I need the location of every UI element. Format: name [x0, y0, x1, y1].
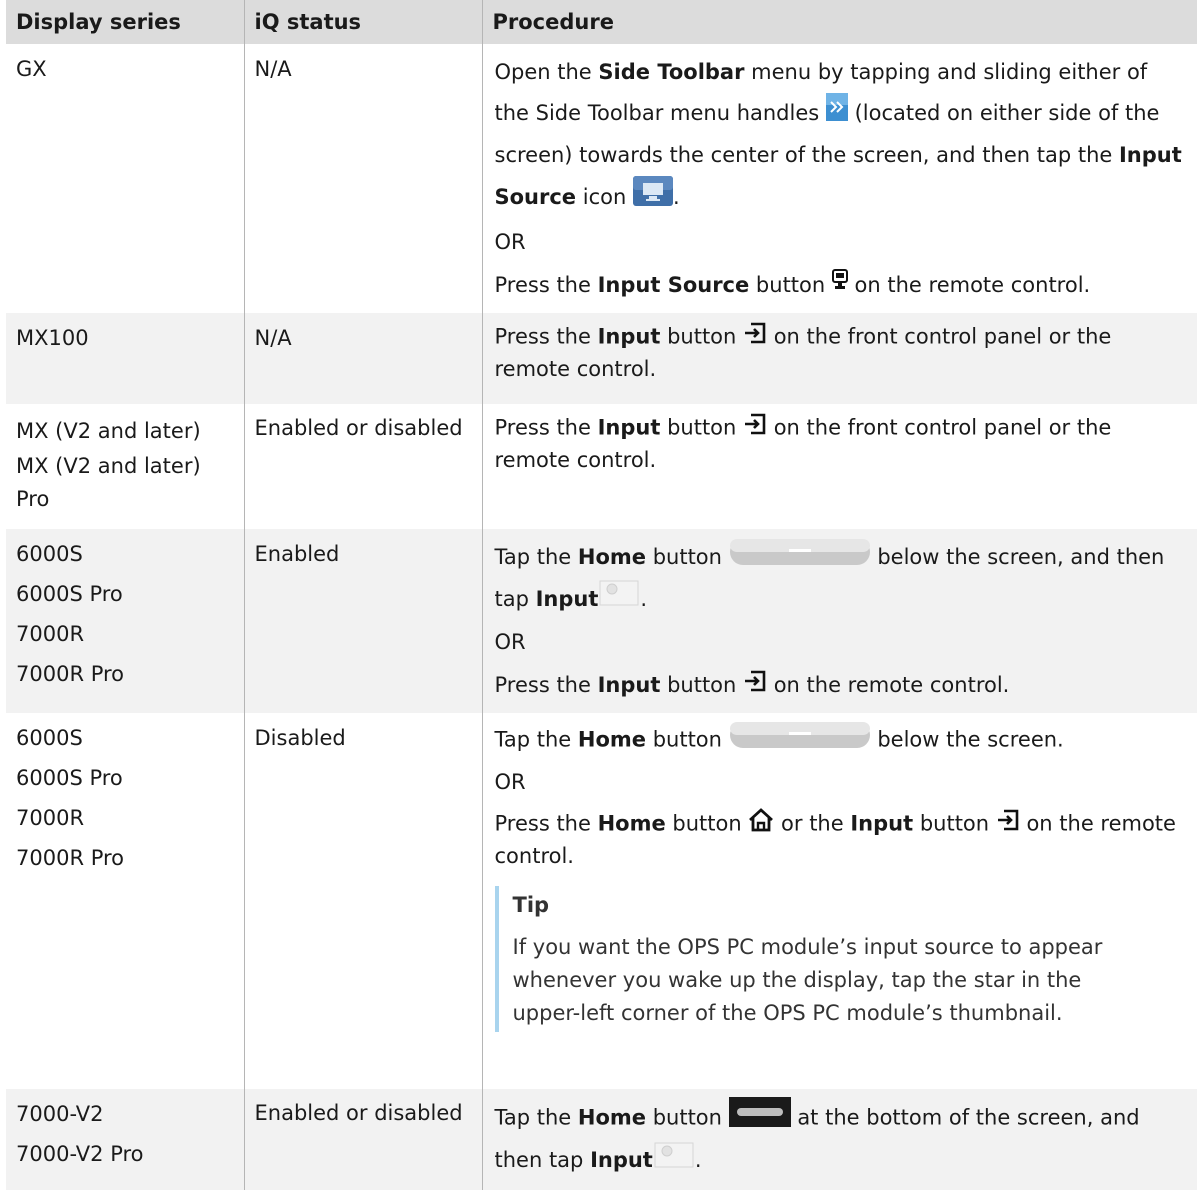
series-cell: MX100 [6, 313, 244, 404]
procedure-cell: Press the Input button on the front cont… [481, 404, 1197, 529]
series-cell: 6000S 6000S Pro 7000R 7000R Pro [6, 529, 244, 713]
table-row: 6000S 6000S Pro 7000R 7000R Pro Enabled … [6, 529, 1197, 713]
series-name: 6000S Pro [16, 582, 123, 606]
double-chevron-right-icon [825, 93, 848, 135]
header-iq-status: iQ status [243, 0, 482, 44]
procedure-step: Press the Input button on the front cont… [495, 321, 1188, 385]
status-cell: Disabled [243, 713, 482, 1089]
procedure-cell: Tap the Home button at the bottom of the… [481, 1089, 1197, 1190]
header-display-series: Display series [6, 0, 244, 44]
series-cell: 7000-V2 7000-V2 Pro [6, 1089, 244, 1190]
table-header-row: Display series iQ status Procedure [6, 0, 1197, 44]
table-row: 6000S 6000S Pro 7000R 7000R Pro Disabled… [6, 713, 1197, 1089]
procedure-cell: Open the Side Toolbar menu by tapping an… [481, 44, 1197, 313]
procedure-step: Tap the Home button below the screen, an… [495, 537, 1188, 620]
series-name: 7000-V2 Pro [16, 1142, 144, 1166]
series-name: 6000S Pro [16, 766, 123, 790]
series-name: GX [16, 57, 47, 81]
table-row: GX N/A Open the Side Toolbar menu by tap… [6, 44, 1197, 313]
table-row: MX100 N/A Press the Input button on the … [6, 313, 1197, 404]
procedure-step: Press the Input button on the front cont… [495, 412, 1188, 476]
table-row: MX (V2 and later) MX (V2 and later) Pro … [6, 404, 1197, 529]
series-name: 7000-V2 [16, 1102, 104, 1126]
procedure-step: Tap the Home button below the screen. [495, 721, 1188, 760]
procedure-table: Display series iQ status Procedure GX N/… [6, 0, 1197, 1190]
series-cell: MX (V2 and later) MX (V2 and later) Pro [6, 404, 244, 529]
input-arrow-icon [743, 321, 767, 354]
status-cell: Enabled [243, 529, 482, 713]
home-icon [748, 808, 774, 841]
procedure-cell: Tap the Home button below the screen, an… [481, 529, 1197, 713]
input-source-remote-icon [831, 268, 848, 304]
or-text: OR [494, 630, 526, 654]
or-text: OR [494, 230, 526, 254]
series-name: 7000R Pro [16, 662, 125, 686]
input-arrow-icon [996, 808, 1020, 841]
header-procedure: Procedure [481, 0, 1197, 44]
series-name: 6000S [16, 542, 83, 566]
tip-text: If you want the OPS PC module’s input so… [512, 935, 1103, 1025]
procedure-step: Open the Side Toolbar menu by tapping an… [495, 52, 1188, 220]
home-bar-button-icon [728, 1097, 791, 1140]
home-pill-button-icon [729, 538, 871, 579]
table-row: 7000-V2 7000-V2 Pro Enabled or disabled … [6, 1089, 1197, 1190]
procedure-step: Press the Home button or the Input butto… [495, 808, 1188, 872]
series-cell: 6000S 6000S Pro 7000R 7000R Pro [6, 713, 244, 1089]
procedure-step: Tap the Home button at the bottom of the… [495, 1097, 1188, 1182]
procedure-cell: Press the Input button on the front cont… [481, 313, 1197, 404]
procedure-cell: Tap the Home button below the screen. OR… [481, 713, 1197, 1089]
series-name: 7000R Pro [16, 846, 125, 870]
input-tile-icon [598, 579, 640, 620]
or-text: OR [494, 770, 526, 794]
series-name: MX (V2 and later) Pro [16, 454, 201, 511]
procedure-step: Press the Input Source button on the rem… [495, 268, 1188, 304]
series-cell: GX [6, 44, 244, 313]
series-name: 7000R [16, 622, 85, 646]
input-tile-icon [653, 1141, 695, 1182]
tip-box: Tip If you want the OPS PC module’s inpu… [494, 886, 1188, 1032]
procedure-step: Press the Input button on the remote con… [495, 668, 1188, 704]
input-arrow-icon [743, 669, 767, 704]
home-pill-button-icon [729, 721, 871, 760]
series-name: 6000S [16, 726, 83, 750]
status-cell: N/A [243, 313, 482, 404]
status-cell: N/A [243, 44, 482, 313]
input-arrow-icon [743, 412, 767, 445]
monitor-icon [632, 176, 673, 220]
tip-title: Tip [512, 893, 550, 917]
status-cell: Enabled or disabled [243, 1089, 482, 1190]
series-name: MX (V2 and later) [16, 419, 201, 443]
series-name: 7000R [16, 806, 85, 830]
status-cell: Enabled or disabled [243, 404, 482, 529]
series-name: MX100 [16, 326, 89, 350]
